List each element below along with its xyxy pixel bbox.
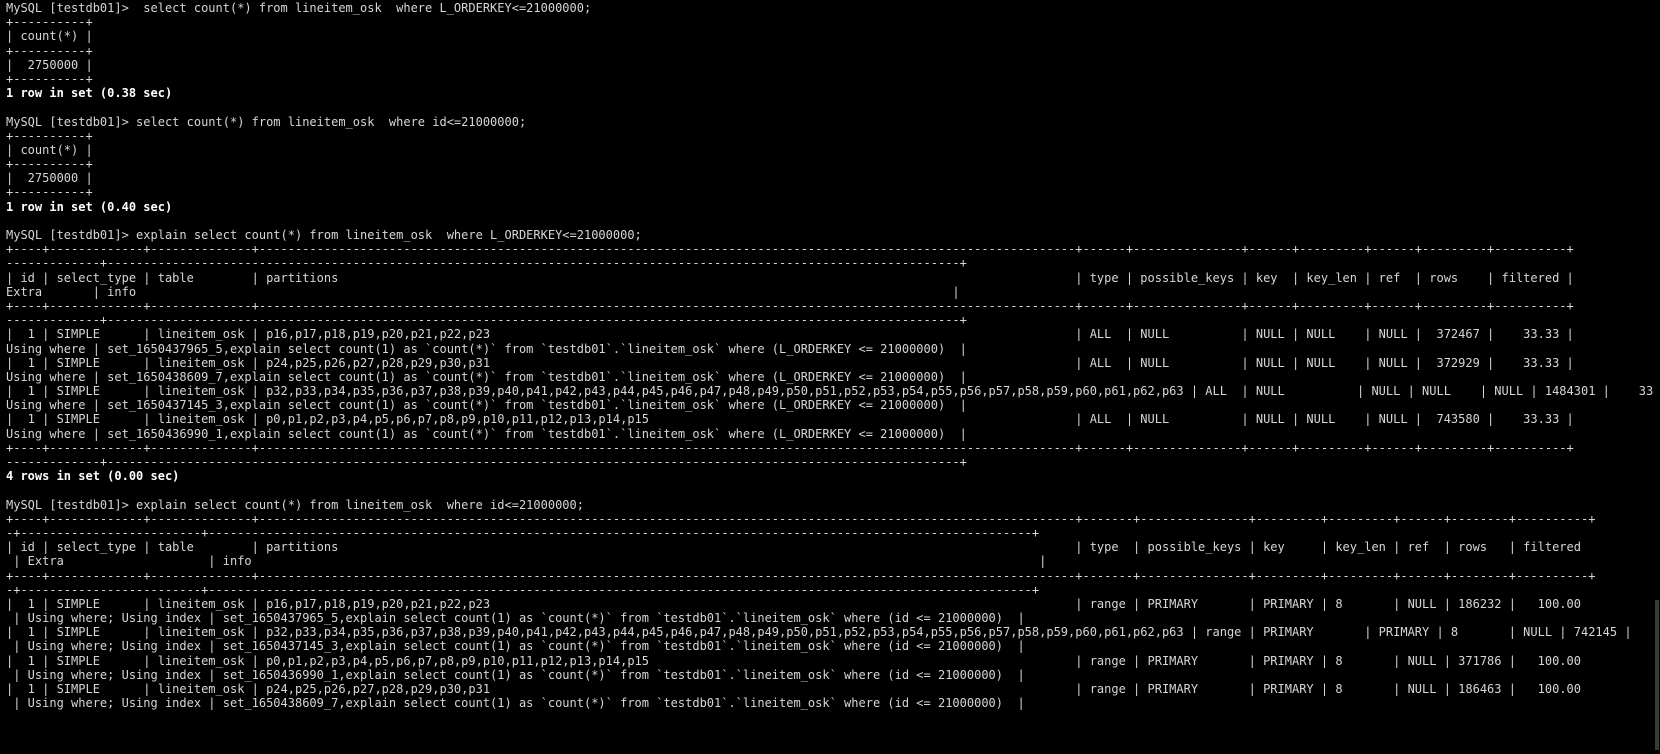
terminal-line: -------------+--------------------------… [6,455,967,469]
result-summary-line: 1 row in set (0.38 sec) [6,86,173,101]
terminal-line: Using where | set_1650436990_1,explain s… [6,426,967,441]
terminal-line: -+-------------------------+------------… [6,525,1040,540]
terminal-line: | count(*) | [6,29,93,44]
terminal-line: +----------+ [6,185,93,200]
terminal-line: +----------+ [6,71,93,86]
terminal-line: | Using where; Using index | set_1650437… [6,639,1025,654]
terminal-line: | 1 | SIMPLE | lineitem_osk | p24,p25,p2… [6,682,1581,696]
terminal-line: | 1 | SIMPLE | lineitem_osk | p0,p1,p2,p… [6,412,1574,427]
terminal-line: | id | select_type | table | partitions … [6,270,1574,285]
result-summary-line: 1 row in set (0.40 sec) [6,199,173,214]
terminal-line: +----------+ [6,43,93,58]
terminal-line: | Using where; Using index | set_1650436… [6,667,1025,682]
terminal-line: | Using where; Using index | set_1650438… [6,696,1025,711]
terminal-line: Extra | info | [6,284,960,299]
terminal-line: MySQL [testdb01]> select count(*) from l… [6,1,592,15]
terminal-line: MySQL [testdb01]> select count(*) from l… [6,114,527,129]
terminal-line: Using where | set_1650437965_5,explain s… [6,341,967,356]
terminal-line: MySQL [testdb01]> explain select count(*… [6,497,584,512]
terminal-line: | 2750000 | [6,57,93,72]
terminal-line: | 1 | SIMPLE | lineitem_osk | p16,p17,p1… [6,327,1574,342]
terminal-line: +----+-------------+--------------+-----… [6,568,1596,583]
terminal-line: Using where | set_1650438609_7,explain s… [6,369,967,384]
terminal-line: | 2750000 | [6,171,93,186]
terminal-line: +----+-------------+--------------+-----… [6,298,1574,313]
terminal-line: | 1 | SIMPLE | lineitem_osk | p24,p25,p2… [6,355,1574,370]
result-summary-line: 4 rows in set (0.00 sec) [6,469,180,484]
terminal-line: | 1 | SIMPLE | lineitem_osk | p16,p17,p1… [6,596,1581,611]
scrollbar-thumb[interactable] [1655,600,1659,750]
scrollbar[interactable] [1654,0,1660,754]
terminal-line: +----+-------------+--------------+-----… [6,511,1596,526]
terminal-line: -------------+--------------------------… [6,256,967,271]
terminal-line: | 1 | SIMPLE | lineitem_osk | p32,p33,p3… [6,384,1656,399]
terminal-line: | 1 | SIMPLE | lineitem_osk | p0,p1,p2,p… [6,653,1581,668]
terminal-line: MySQL [testdb01]> explain select count(*… [6,228,642,242]
terminal-line: | Using where; Using index | set_1650437… [6,611,1025,626]
terminal-line: -------------+--------------------------… [6,313,967,328]
terminal-line: | Extra | info | [6,554,1047,569]
terminal-line: +----------+ [6,157,93,172]
terminal-line: +----------+ [6,128,93,143]
terminal-line: Using where | set_1650437145_3,explain s… [6,398,967,413]
terminal-line: | id | select_type | table | partitions … [6,540,1581,555]
terminal-line: | count(*) | [6,142,93,157]
terminal-line: +----------+ [6,15,93,30]
terminal-line: | 1 | SIMPLE | lineitem_osk | p32,p33,p3… [6,625,1656,640]
terminal-line: -+-------------------------+------------… [6,582,1040,597]
terminal-line: +----+-------------+--------------+-----… [6,440,1574,455]
terminal-line: +----+-------------+--------------+-----… [6,242,1574,257]
terminal-output[interactable]: MySQL [testdb01]> select count(*) from l… [6,1,1656,710]
